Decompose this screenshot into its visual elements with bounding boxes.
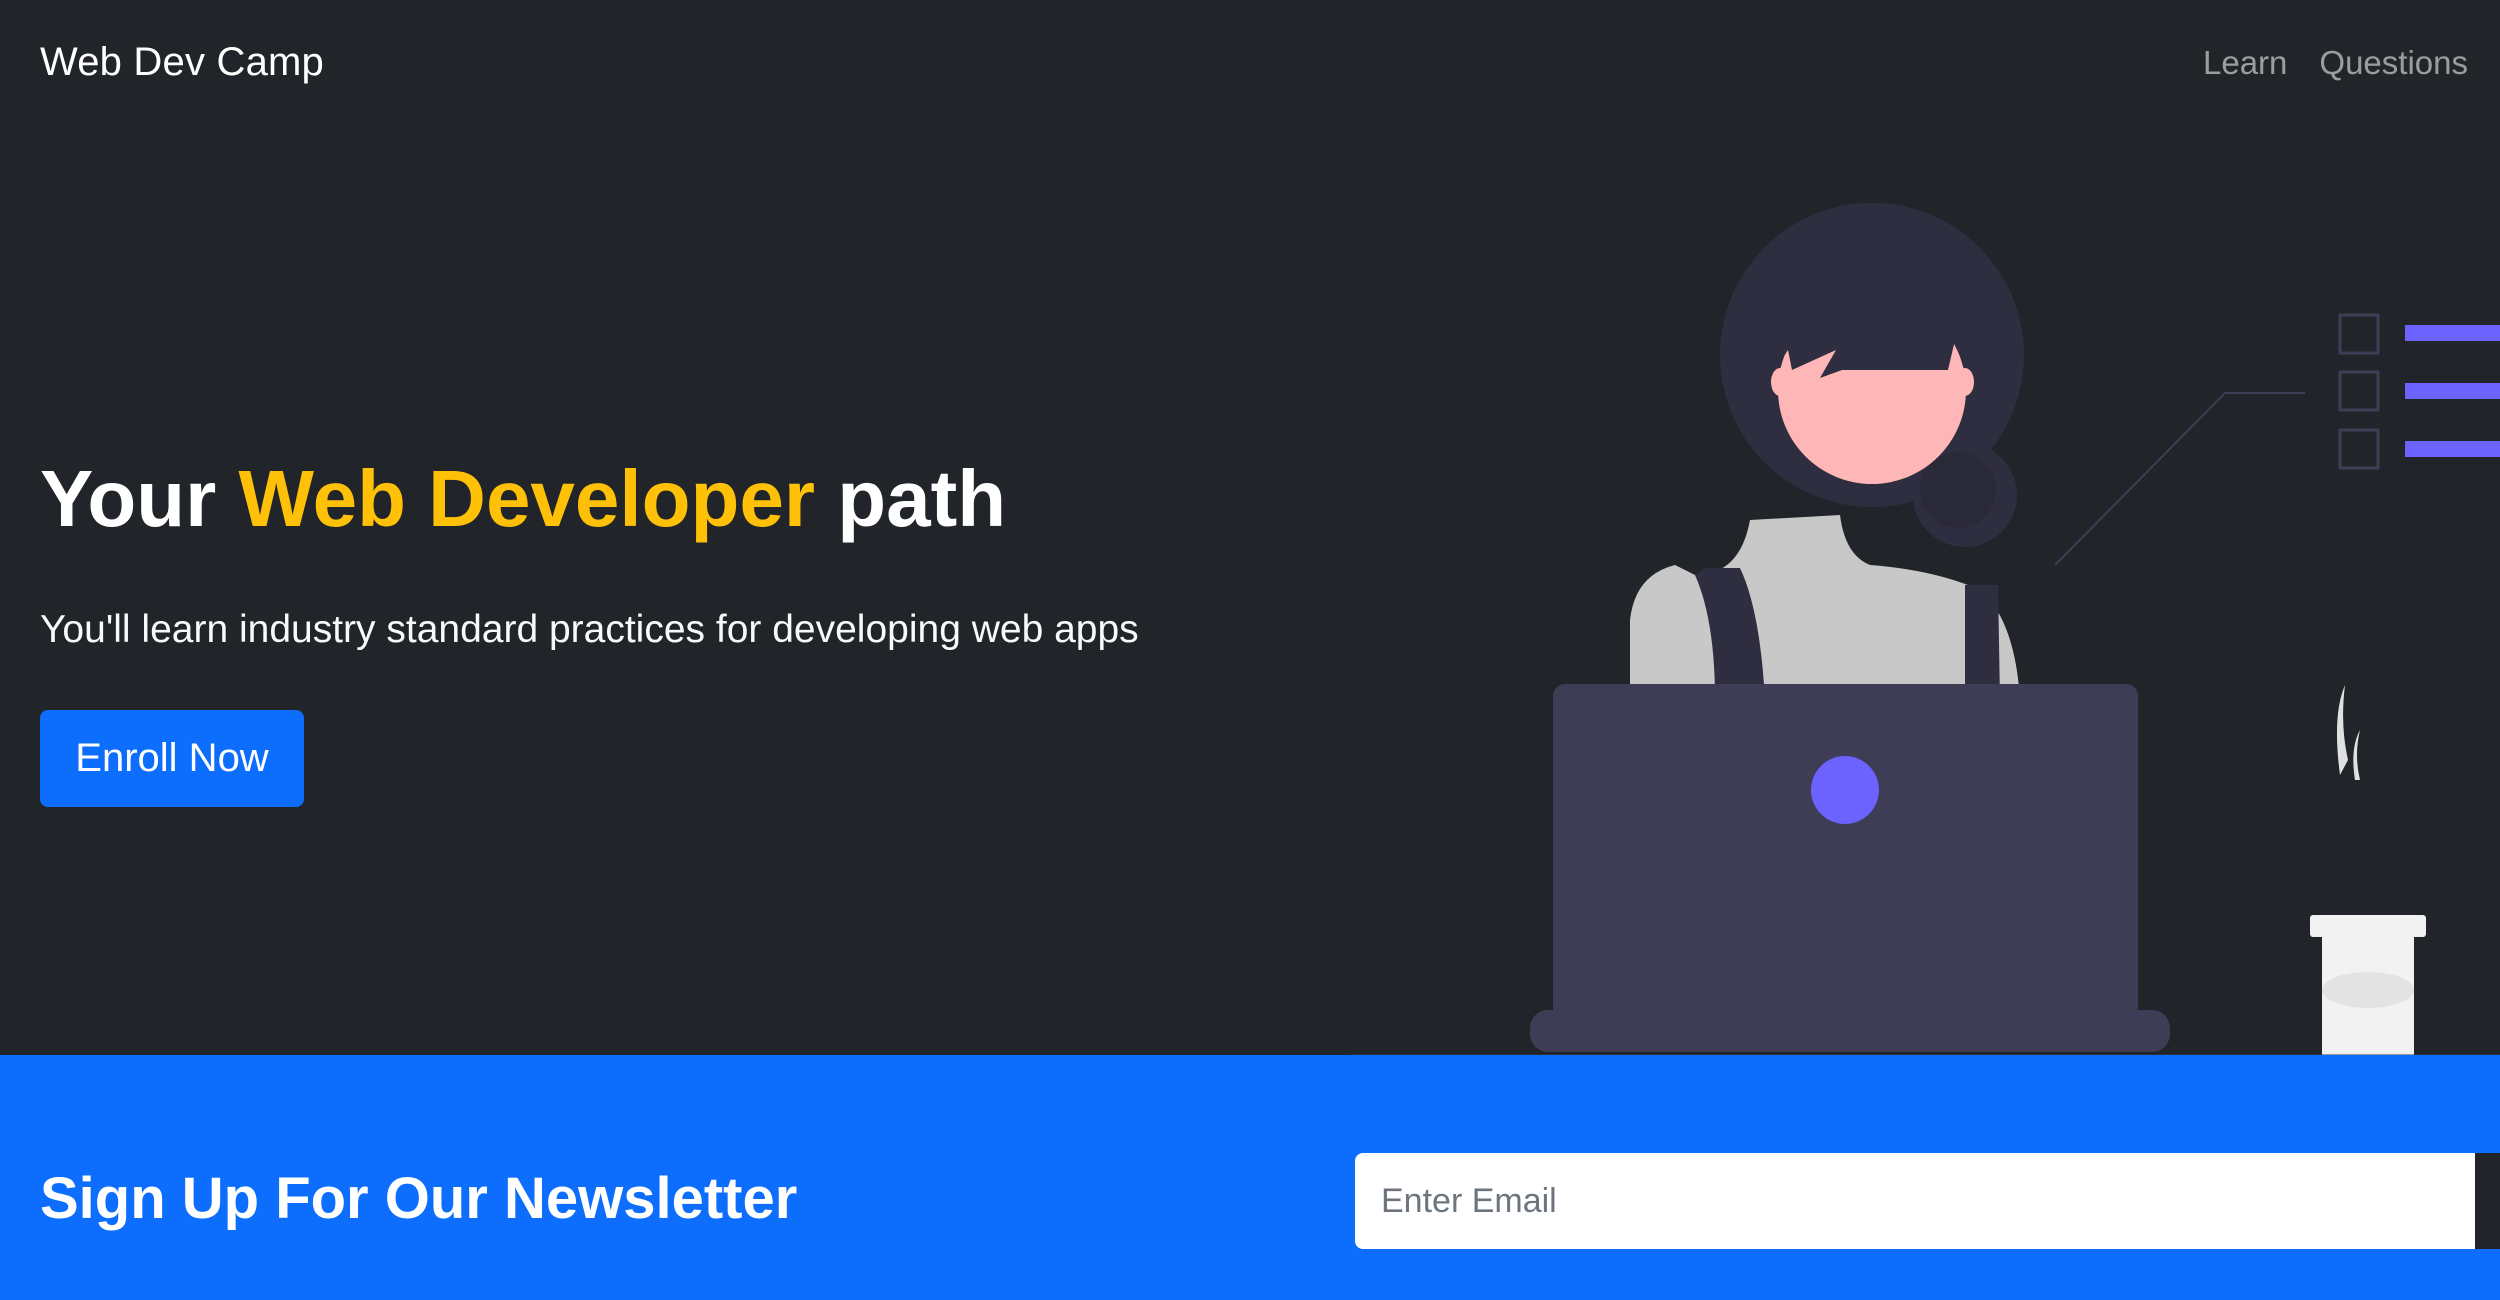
newsletter-title: Sign Up For Our Newsletter (40, 1166, 798, 1231)
page: Web Dev Camp Learn Questions Your Web De… (0, 0, 2500, 1300)
hero-title: Your Web Developer path (40, 455, 1006, 543)
nav-link-questions[interactable]: Questions (2319, 44, 2468, 82)
hero-title-part2: path (815, 454, 1007, 543)
hero-title-highlight: Web Developer (238, 454, 815, 543)
checklist-icon (2054, 313, 2500, 566)
email-input[interactable] (1355, 1153, 2475, 1249)
enroll-now-button[interactable]: Enroll Now (40, 710, 304, 807)
hero-title-part1: Your (40, 454, 239, 543)
newsletter-section: Sign Up For Our Newsletter (0, 1055, 2500, 1300)
brand-link[interactable]: Web Dev Camp (40, 40, 324, 85)
subscribe-button[interactable] (2475, 1153, 2500, 1249)
navbar: Web Dev Camp Learn Questions (0, 0, 2500, 125)
coffee-cup-icon (2310, 685, 2426, 1057)
person-at-laptop-illustration (1350, 203, 2500, 1058)
nav-links: Learn Questions (2203, 44, 2468, 82)
nav-link-learn[interactable]: Learn (2203, 44, 2287, 82)
hero-subtitle: You'll learn industry standard practices… (40, 608, 1139, 651)
